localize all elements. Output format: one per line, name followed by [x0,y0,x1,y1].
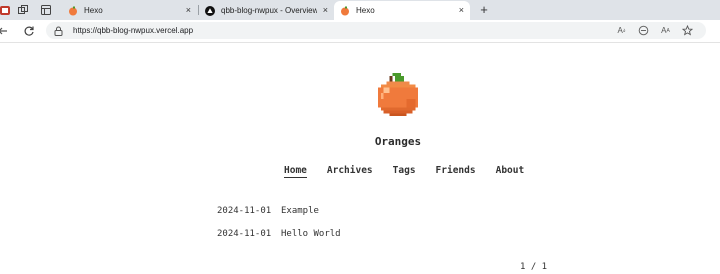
orange-favicon-icon [69,6,77,15]
browser-toolbar: https://qbb-blog-nwpux.vercel.app Aა AA [0,20,720,43]
lock-icon[interactable] [54,26,63,36]
site-nav: Home Archives Tags Friends About [284,165,524,178]
site-title[interactable]: Oranges [0,135,720,148]
tab-title: qbb-blog-nwpux - Overview – Ve [221,6,317,15]
tab-hexo-1[interactable]: Hexo × [62,1,197,20]
nav-archives[interactable]: Archives [327,165,373,178]
post-date: 2024-11-01 [217,229,272,239]
nav-friends[interactable]: Friends [436,165,476,178]
post-title-link[interactable]: Hello World [281,229,341,239]
tab-hexo-active[interactable]: Hexo × [334,1,470,20]
new-tab-button[interactable]: + [477,2,491,17]
post-title-link[interactable]: Example [281,206,319,216]
vercel-favicon-icon [205,5,215,16]
tab-strip: Hexo × qbb-blog-nwpux - Overview – Ve × … [0,0,720,20]
vertical-tabs-icon[interactable] [39,3,53,17]
read-aloud-icon[interactable]: Aა [615,24,628,37]
post-list-item: 2024-11-01 Example [217,206,319,216]
close-tab-icon[interactable]: × [323,6,328,15]
tab-vercel-overview[interactable]: qbb-blog-nwpux - Overview – Ve × [199,1,334,20]
text-size-icon[interactable]: AA [659,24,672,37]
nav-about[interactable]: About [496,165,525,178]
refresh-icon[interactable] [22,24,36,38]
workspaces-icon[interactable] [16,3,30,17]
post-list-item: 2024-11-01 Hello World [217,229,341,239]
nav-tags[interactable]: Tags [393,165,416,178]
url-text: https://qbb-blog-nwpux.vercel.app [73,26,194,35]
pagination: 1 / 1 [520,262,548,272]
close-tab-icon[interactable]: × [186,6,191,15]
translate-icon[interactable] [637,24,650,37]
orange-pixel-logo-icon[interactable] [375,73,421,119]
favorite-star-icon[interactable] [681,24,694,37]
back-icon[interactable] [0,24,10,38]
post-date: 2024-11-01 [217,206,272,216]
orange-favicon-icon [341,6,349,15]
nav-home[interactable]: Home [284,165,307,178]
address-bar[interactable]: https://qbb-blog-nwpux.vercel.app Aა AA [46,22,706,39]
profile-icon[interactable] [0,3,12,17]
tab-title: Hexo [356,6,375,15]
page-content: Oranges Home Archives Tags Friends About… [0,43,720,274]
tab-title: Hexo [84,6,103,15]
close-tab-icon[interactable]: × [459,6,464,15]
